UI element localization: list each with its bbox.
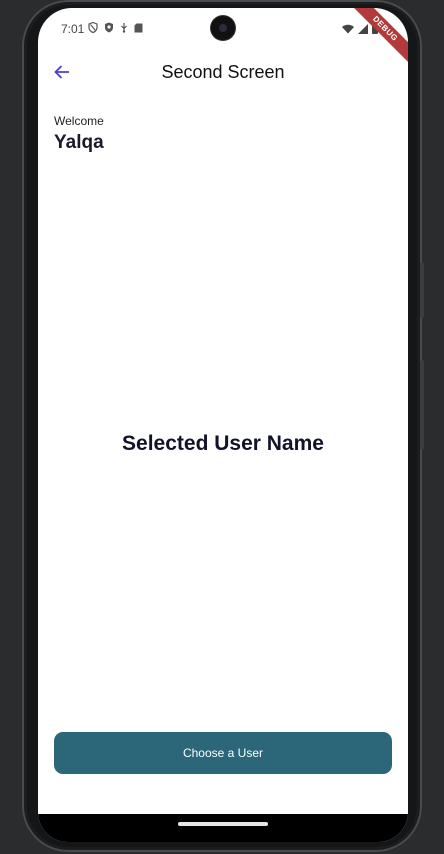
status-time: 7:01: [61, 22, 85, 36]
volume-button: [420, 262, 424, 318]
front-camera: [211, 16, 235, 40]
signal-icon: [358, 23, 368, 34]
welcome-label: Welcome: [54, 114, 104, 128]
selected-user-name: Selected User Name: [122, 432, 324, 455]
status-bar: 7:01 DEBUG: [38, 8, 408, 66]
choose-user-button[interactable]: Choose a User: [54, 732, 392, 774]
user-name: Yalqa: [54, 132, 104, 153]
page-title: Second Screen: [161, 62, 285, 82]
wifi-icon: [342, 24, 354, 33]
shield-check-icon: [105, 22, 113, 33]
shield-icon: [88, 22, 98, 33]
navigation-bar: [38, 814, 408, 842]
home-indicator[interactable]: [178, 822, 268, 826]
app-screen: 7:01 DEBUG Second Screen Welcome Yalqa S…: [38, 8, 408, 842]
app-bar: Second Screen: [38, 52, 408, 92]
usb-icon: [121, 23, 127, 33]
sd-card-icon: [134, 23, 143, 32]
power-button: [420, 360, 424, 450]
status-icons-left: [88, 22, 143, 33]
